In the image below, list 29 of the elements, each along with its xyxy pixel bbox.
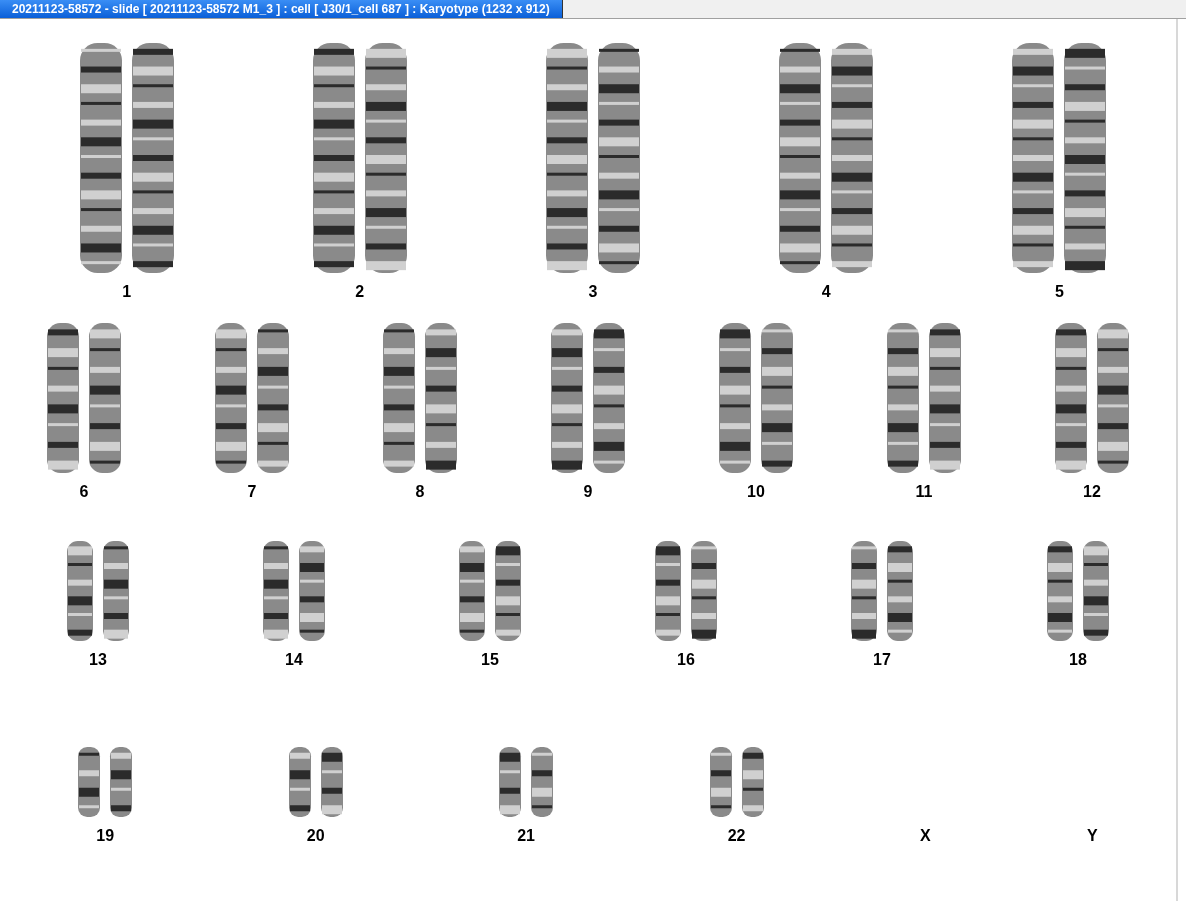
- chromosome-label: 13: [89, 651, 107, 669]
- chromosome-label: 7: [247, 483, 257, 501]
- chromosome-pair-drawing: [709, 747, 764, 817]
- chromosome-label: 5: [1054, 283, 1064, 301]
- chromosome-label: 8: [415, 483, 425, 501]
- chromosome-label: 12: [1083, 483, 1101, 501]
- chromosome-label: Y: [1087, 827, 1098, 845]
- chromosome-label: 6: [79, 483, 89, 501]
- chromosome-label: 1: [122, 283, 132, 301]
- chromosome-pair-drawing: [499, 747, 554, 817]
- chromosome-label: X: [919, 827, 931, 845]
- chromosome-label: 19: [96, 827, 115, 845]
- chromosome-label: 3: [588, 283, 598, 301]
- chromosome-label: 9: [583, 483, 593, 501]
- chromosome-label: 10: [747, 483, 765, 501]
- chromosome-label: 2: [355, 283, 365, 301]
- chromosome-pair-drawing: [288, 747, 343, 817]
- chromosome-label: 20: [306, 827, 325, 845]
- chromosome-label: 17: [873, 651, 891, 669]
- window-title-tab[interactable]: 20211123-58572 - slide [ 20211123-58572 M1_3 ] : cell [ J30/1_cell 687 ] : Karyotype (1232 x 912): [0, 0, 563, 18]
- chromosome-pair-drawing: [78, 747, 133, 817]
- chromosome-label: 21: [517, 827, 535, 845]
- chromosome-label: 16: [677, 651, 695, 669]
- chromosome-label: 11: [915, 483, 933, 501]
- chromosome-label: 14: [285, 651, 303, 669]
- chromosome-label: 18: [1069, 651, 1087, 669]
- chromosome-label: 22: [727, 827, 746, 845]
- chromosome-label: 15: [481, 651, 499, 669]
- chromosome-label: 4: [821, 283, 831, 301]
